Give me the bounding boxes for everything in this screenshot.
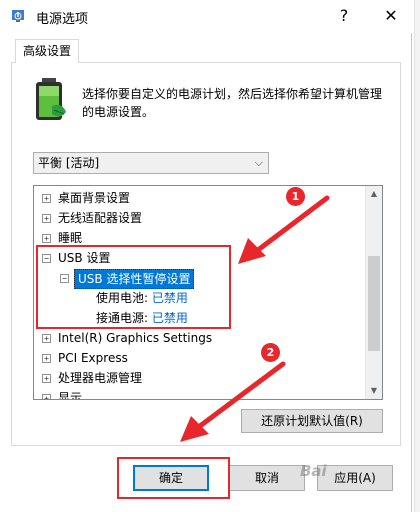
settings-tree[interactable]: + 桌面背景设置 + 无线适配器设置 + 睡眠 − USB 设置 − USB 选…: [33, 185, 383, 400]
callout-badge-1: 1: [286, 187, 305, 206]
expand-icon[interactable]: +: [42, 354, 51, 363]
setting-label: 使用电池:: [96, 291, 149, 305]
expand-icon[interactable]: +: [42, 394, 51, 399]
setting-label: 接通电源:: [96, 311, 149, 325]
restore-defaults-button[interactable]: 还原计划默认值(R): [241, 409, 383, 433]
setting-value-link[interactable]: 已禁用: [152, 291, 188, 305]
scroll-down-icon[interactable]: ▼: [366, 383, 382, 399]
tree-item-plugged-in[interactable]: 接通电源: 已禁用: [96, 308, 188, 328]
expand-icon[interactable]: +: [42, 194, 51, 203]
tree-item-label: 处理器电源管理: [58, 371, 143, 385]
collapse-icon[interactable]: −: [42, 254, 51, 263]
description-text: 选择你要自定义的电源计划，然后选择你希望计算机管理的电源设置。: [82, 87, 383, 119]
chevron-down-icon: ⌵: [254, 156, 263, 169]
power-plan-select[interactable]: 平衡 [活动] ⌵: [33, 152, 269, 174]
window-title: 电源选项: [36, 12, 89, 27]
expand-icon[interactable]: +: [42, 214, 51, 223]
tab-advanced-settings[interactable]: 高级设置: [15, 39, 79, 63]
ok-button[interactable]: 确定: [133, 465, 209, 491]
expand-icon[interactable]: +: [42, 374, 51, 383]
apply-button[interactable]: 应用(A): [317, 465, 393, 491]
tree-item-label: 无线适配器设置: [58, 211, 143, 225]
power-options-icon: [12, 10, 24, 22]
help-button[interactable]: ?: [330, 2, 358, 30]
tree-item-on-battery[interactable]: 使用电池: 已禁用: [96, 288, 188, 308]
tree-scrollbar[interactable]: ▲ ▼: [365, 186, 382, 399]
collapse-icon[interactable]: −: [60, 274, 69, 283]
scroll-thumb[interactable]: [368, 256, 380, 351]
tree-item-label-selected: USB 选择性暂停设置: [74, 269, 195, 289]
setting-value-link[interactable]: 已禁用: [152, 311, 188, 325]
power-options-dialog: 电源选项 ? ✕ 高级设置 选择你要自定义的电源计划，然后选择你希望计算机管理的…: [0, 0, 412, 512]
close-button[interactable]: ✕: [376, 2, 406, 30]
expand-icon[interactable]: +: [42, 334, 51, 343]
title-bar: 电源选项 ? ✕: [0, 0, 412, 33]
watermark-logo: Bai: [300, 462, 327, 480]
tree-item-label: 显示: [58, 391, 83, 400]
battery-power-icon: [36, 78, 66, 120]
tree-item-label: Intel(R) Graphics Settings: [58, 331, 213, 345]
tree-item-label: 桌面背景设置: [58, 191, 131, 205]
power-plan-value: 平衡 [活动]: [38, 156, 100, 170]
callout-badge-2: 2: [261, 343, 280, 362]
scroll-up-icon[interactable]: ▲: [366, 186, 382, 202]
tree-item-label: 睡眠: [58, 231, 83, 245]
cancel-button[interactable]: 取消: [229, 465, 305, 491]
expand-icon[interactable]: +: [42, 234, 51, 243]
tree-item-label: USB 设置: [58, 251, 111, 265]
tree-item-label: PCI Express: [58, 351, 128, 365]
background-window-edge: [414, 0, 420, 512]
